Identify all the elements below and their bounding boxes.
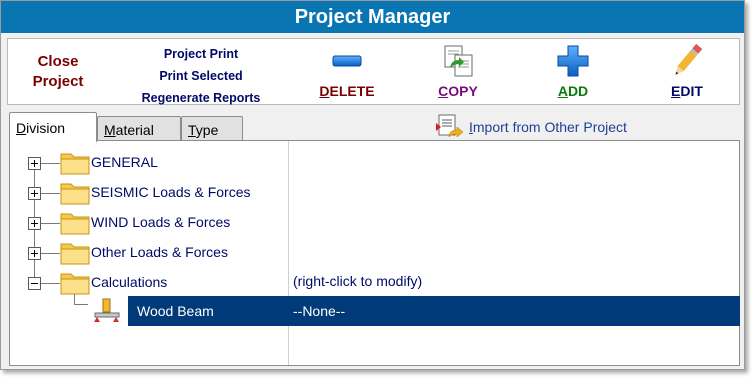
- project-print-button[interactable]: Project Print: [126, 43, 276, 65]
- delete-hotkey: D: [319, 83, 330, 99]
- expand-icon[interactable]: [28, 187, 41, 200]
- close-project-line1: Close: [37, 53, 79, 70]
- folder-icon: [60, 243, 90, 265]
- expand-icon[interactable]: [28, 157, 41, 170]
- toolbar: Close Project Project Print Print Select…: [7, 38, 740, 105]
- tree-hline: [41, 283, 60, 284]
- tree-item-seismic[interactable]: SEISMIC Loads & Forces: [10, 176, 288, 206]
- tab-division[interactable]: Division: [9, 112, 97, 142]
- expand-icon[interactable]: [28, 217, 41, 230]
- folder-icon: [60, 183, 90, 205]
- collapse-icon[interactable]: [28, 277, 41, 290]
- tree-view: GENERAL SEISMIC Loads & Forces WIND Load…: [10, 141, 288, 365]
- tree-item-wind[interactable]: WIND Loads & Forces: [10, 206, 288, 236]
- selected-row-highlight[interactable]: [128, 296, 740, 326]
- tab-material-label: aterial: [115, 122, 154, 138]
- print-menu-group: Project Print Print Selected Regenerate …: [126, 43, 276, 109]
- import-icon: [435, 113, 465, 141]
- title-bar: Project Manager: [1, 1, 744, 33]
- delete-label: ELETE: [329, 83, 375, 99]
- description-column: [288, 141, 739, 365]
- add-label: DD: [567, 83, 589, 99]
- plus-icon: [555, 43, 591, 79]
- import-from-other-project-link[interactable]: Import from Other Project: [435, 113, 627, 141]
- expand-icon[interactable]: [28, 247, 41, 260]
- tab-material[interactable]: Material: [97, 116, 181, 140]
- delete-button[interactable]: DELETE: [307, 43, 387, 101]
- edit-button[interactable]: EDIT: [647, 43, 727, 101]
- folder-icon: [60, 153, 90, 175]
- tree-item-general[interactable]: GENERAL: [10, 146, 288, 176]
- copy-button[interactable]: COPY: [418, 43, 498, 101]
- import-label: mport from Other Project: [472, 119, 627, 135]
- copy-label: OPY: [448, 83, 478, 99]
- tree-hline: [41, 253, 60, 254]
- tab-division-hotkey: D: [16, 120, 27, 136]
- wood-beam-icon: [94, 298, 120, 322]
- regenerate-reports-button[interactable]: Regenerate Reports: [126, 87, 276, 109]
- folder-icon: [60, 273, 90, 295]
- tab-division-label: ivision: [26, 120, 66, 136]
- edit-hotkey: E: [671, 83, 681, 99]
- edit-label: DIT: [680, 83, 703, 99]
- tree-item-label: Other Loads & Forces: [91, 244, 228, 260]
- pencil-icon: [669, 43, 705, 79]
- close-project-line2: Project: [32, 73, 84, 90]
- tab-type-label: ype: [195, 122, 219, 138]
- tree-item-label: WIND Loads & Forces: [91, 214, 231, 230]
- tree-child-hline: [74, 304, 88, 305]
- tree-item-other-loads[interactable]: Other Loads & Forces: [10, 236, 288, 266]
- add-hotkey: A: [557, 83, 568, 99]
- tree-item-label: SEISMIC Loads & Forces: [91, 184, 251, 200]
- copy-hotkey: C: [438, 83, 449, 99]
- minus-icon: [329, 43, 365, 79]
- close-project-button[interactable]: Close Project: [22, 52, 94, 92]
- tree-hline: [41, 163, 60, 164]
- window-title: Project Manager: [294, 5, 451, 28]
- tree-item-calculations[interactable]: Calculations: [10, 266, 288, 296]
- calculations-description: (right-click to modify): [293, 273, 423, 289]
- tree-hline: [41, 223, 60, 224]
- project-manager-window: Project Manager Close Project Project Pr…: [0, 0, 745, 370]
- wood-beam-description: --None--: [293, 303, 346, 319]
- tree-hline: [41, 193, 60, 194]
- tree-panel: GENERAL SEISMIC Loads & Forces WIND Load…: [9, 140, 740, 366]
- copy-icon: [440, 43, 476, 79]
- print-selected-button[interactable]: Print Selected: [126, 65, 276, 87]
- tab-type-hotkey: T: [188, 122, 196, 138]
- add-button[interactable]: ADD: [533, 43, 613, 101]
- tab-type[interactable]: Type: [181, 116, 243, 140]
- tab-material-hotkey: M: [104, 122, 116, 138]
- folder-icon: [60, 213, 90, 235]
- tree-item-wood-beam[interactable]: Wood Beam: [137, 303, 214, 319]
- tree-item-label: GENERAL: [91, 154, 158, 170]
- tree-item-label: Calculations: [91, 274, 168, 290]
